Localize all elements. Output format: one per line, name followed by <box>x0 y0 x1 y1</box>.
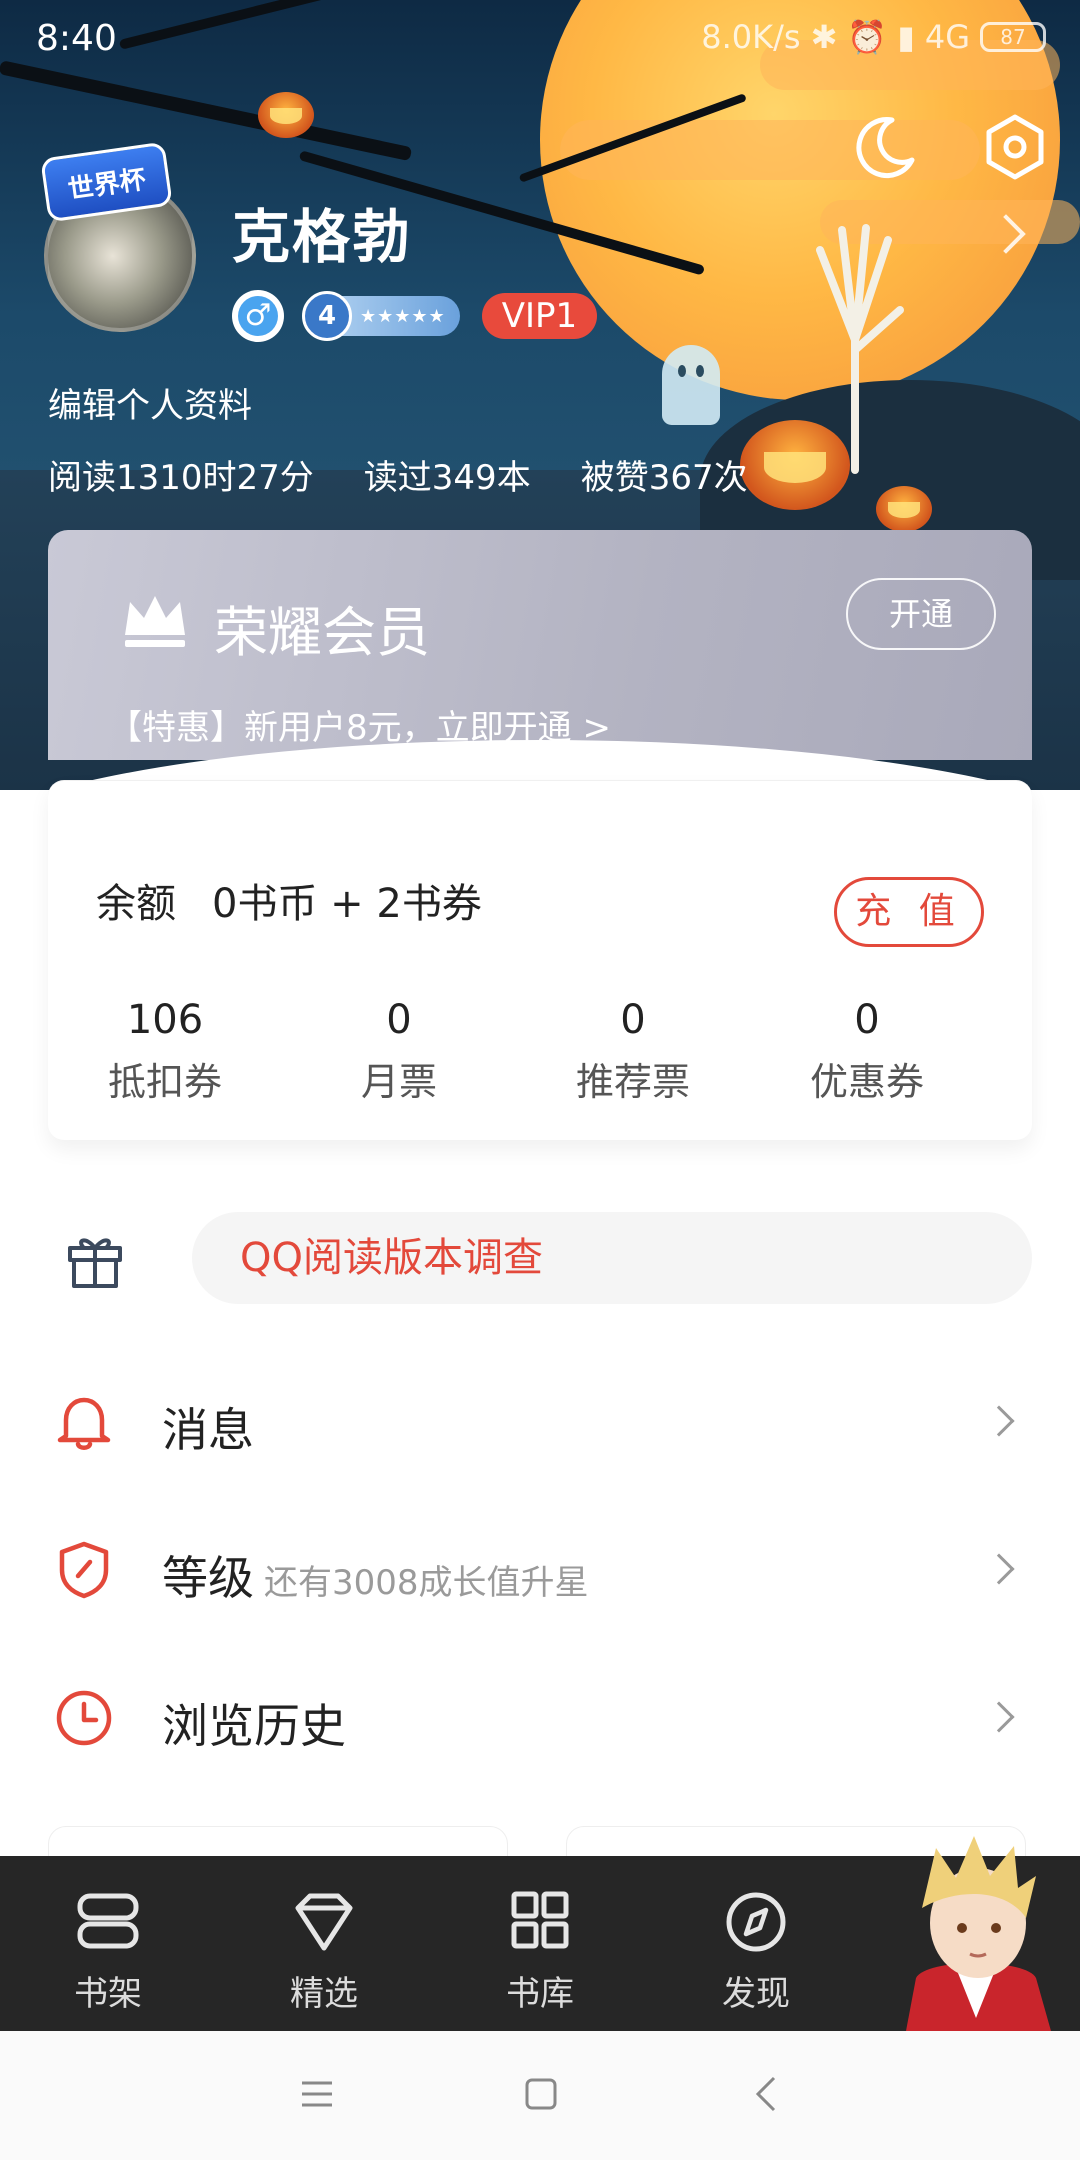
tab-label: 书库 <box>506 1974 574 2014</box>
recharge-button[interactable]: 充 值 <box>834 877 984 947</box>
battery-icon: 87 <box>980 22 1046 52</box>
ticket-count: 106 <box>126 997 204 1043</box>
mascot-character[interactable] <box>886 1828 1066 2031</box>
ticket-count: 0 <box>386 997 412 1043</box>
bell-icon <box>57 1397 111 1450</box>
level-label: 等级 <box>162 1551 254 1605</box>
bluetooth-icon: ✱ <box>810 18 838 56</box>
honor-member-card[interactable]: 荣耀会员 开通 【特惠】新用户8元，立即开通 > <box>48 530 1032 760</box>
ticket-label: 推荐票 <box>575 1060 690 1104</box>
balance-label: 余额 <box>96 881 176 927</box>
back-icon[interactable] <box>752 2075 778 2113</box>
menu-icon[interactable] <box>300 2079 334 2109</box>
pumpkin-illustration <box>258 92 314 138</box>
profile-header: 8:40 8.0K/s ✱ ⏰ ▮ 4G 87 世界杯 克格勃 ♂ 4 ★★★★… <box>0 0 1080 790</box>
gift-icon <box>68 1238 122 1288</box>
system-navigation-bar <box>0 2031 1080 2160</box>
ticket-item-monthly[interactable]: 0 月票 <box>282 997 516 1106</box>
likes-stat: 被赞367次 <box>580 458 748 498</box>
balance-line[interactable]: 余额 0书币 + 2书券 <box>96 871 482 929</box>
ticket-count: 0 <box>620 997 646 1043</box>
honor-member-title: 荣耀会员 <box>214 601 430 664</box>
tab-library[interactable]: 书库 <box>432 1856 648 2031</box>
level-badge[interactable]: 4 ★★★★★ <box>302 291 460 341</box>
chevron-right-icon <box>983 1405 1015 1437</box>
read-time-stat: 阅读1310时27分 <box>48 458 314 498</box>
menu-label: 等级 还有3008成长值升星 <box>162 1542 589 1608</box>
chevron-right-icon <box>983 1553 1015 1585</box>
alarm-icon: ⏰ <box>847 18 888 56</box>
reading-stats: 阅读1310时27分 读过349本 被赞367次 <box>48 450 748 499</box>
settings-icon[interactable] <box>980 112 1050 182</box>
signal-icon: ▮ <box>897 18 915 56</box>
grid-icon <box>511 1891 569 1949</box>
male-gender-icon: ♂ <box>232 290 284 342</box>
survey-banner[interactable]: QQ阅读版本调查 <box>192 1212 1032 1304</box>
chevron-right-icon <box>983 1701 1015 1733</box>
avatar-container[interactable]: 世界杯 <box>40 141 199 332</box>
balance-card: 余额 0书币 + 2书券 充 值 106 抵扣券 0 月票 0 推荐票 0 优惠券 <box>48 780 1032 1140</box>
home-icon[interactable] <box>524 2077 558 2111</box>
night-mode-icon[interactable] <box>850 112 920 182</box>
ticket-label: 抵扣券 <box>107 1060 222 1104</box>
network-type: 4G <box>924 18 970 56</box>
menu-item-history[interactable]: 浏览历史 <box>0 1662 1080 1772</box>
level-number: 4 <box>302 291 352 341</box>
balance-value: 0书币 + 2书券 <box>212 881 482 927</box>
tab-label: 精选 <box>290 1974 358 2014</box>
ticket-count: 0 <box>854 997 880 1043</box>
ghost-illustration <box>662 345 720 425</box>
tab-label: 书架 <box>74 1974 142 2014</box>
shield-icon <box>59 1541 109 1599</box>
vip-badge[interactable]: VIP1 <box>481 293 598 339</box>
menu-item-level[interactable]: 等级 还有3008成长值升星 <box>0 1514 1080 1624</box>
books-read-stat: 读过349本 <box>363 458 531 498</box>
clock-icon <box>56 1690 112 1746</box>
ticket-label: 优惠券 <box>809 1060 924 1104</box>
compass-icon <box>726 1892 786 1952</box>
menu-label: 消息 <box>162 1403 254 1457</box>
ticket-item-recommend[interactable]: 0 推荐票 <box>516 997 750 1106</box>
crown-icon <box>125 596 185 647</box>
username: 克格勃 <box>232 203 413 271</box>
tab-featured[interactable]: 精选 <box>216 1856 432 2031</box>
ticket-label: 月票 <box>360 1060 437 1104</box>
ticket-list: 106 抵扣券 0 月票 0 推荐票 0 优惠券 <box>48 997 1032 1106</box>
menu-label: 浏览历史 <box>162 1699 346 1753</box>
status-bar: 8:40 8.0K/s ✱ ⏰ ▮ 4G 87 <box>0 0 1080 80</box>
level-stars: ★★★★★ <box>360 305 446 327</box>
diamond-icon <box>295 1893 353 1951</box>
bookshelf-icon <box>77 1893 139 1949</box>
level-progress-hint: 还有3008成长值升星 <box>264 1563 589 1603</box>
tab-label: 发现 <box>722 1974 790 2014</box>
pumpkin-illustration <box>740 420 850 510</box>
ticket-item-coupon[interactable]: 0 优惠券 <box>750 997 984 1106</box>
pumpkin-illustration <box>876 486 932 532</box>
status-time: 8:40 <box>36 18 117 59</box>
menu-item-messages[interactable]: 消息 <box>0 1366 1080 1476</box>
ticket-item-deduction[interactable]: 106 抵扣券 <box>48 997 282 1106</box>
open-membership-button[interactable]: 开通 <box>846 578 996 650</box>
tab-bookshelf[interactable]: 书架 <box>0 1856 216 2031</box>
status-icons: 8.0K/s ✱ ⏰ ▮ 4G 87 <box>701 18 1046 56</box>
tab-discover[interactable]: 发现 <box>648 1856 864 2031</box>
user-badges: ♂ 4 ★★★★★ VIP1 <box>232 290 598 342</box>
edit-profile-link[interactable]: 编辑个人资料 <box>48 378 252 427</box>
network-speed: 8.0K/s <box>701 18 801 56</box>
